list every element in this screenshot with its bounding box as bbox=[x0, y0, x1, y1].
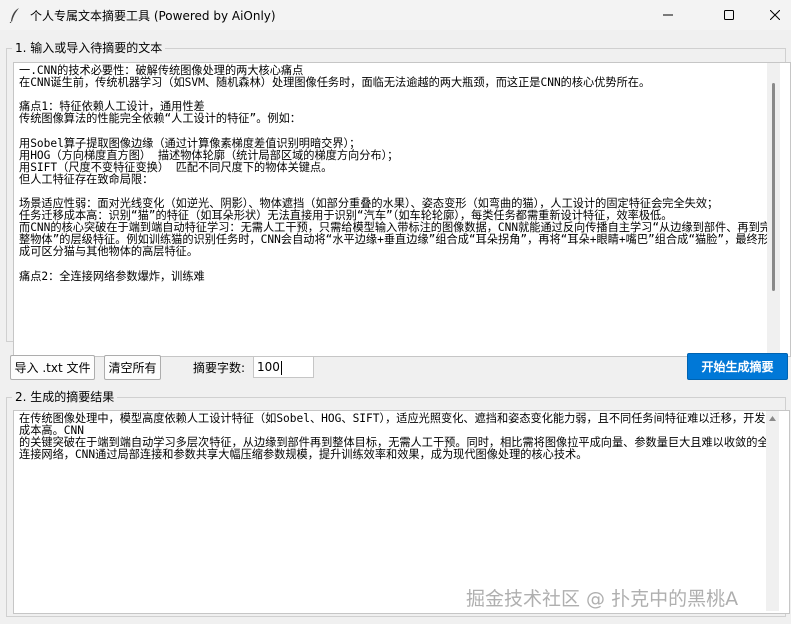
maximize-icon bbox=[724, 10, 734, 20]
input-textarea[interactable]: 一.CNN的技术必要性：破解传统图像处理的两大核心痛点 在CNN诞生前，传统机器… bbox=[13, 62, 791, 357]
output-scrollbar[interactable] bbox=[766, 411, 779, 611]
clear-all-button[interactable]: 清空所有 bbox=[104, 355, 161, 380]
input-scroll-thumb[interactable] bbox=[772, 83, 775, 291]
output-group-label: 2. 生成的摘要结果 bbox=[12, 390, 118, 404]
summary-length-value: 100 bbox=[257, 360, 280, 374]
input-group-label: 1. 输入或导入待摘要的文本 bbox=[12, 41, 166, 55]
text-caret bbox=[280, 360, 282, 375]
minimize-button[interactable] bbox=[645, 0, 691, 30]
summary-length-label: 摘要字数: bbox=[193, 361, 246, 375]
minimize-icon bbox=[663, 14, 673, 16]
watermark: 掘金技术社区 @ 扑克中的黑桃A bbox=[466, 588, 739, 610]
close-button[interactable] bbox=[752, 0, 791, 30]
input-scrollbar[interactable] bbox=[767, 63, 780, 353]
input-text: 一.CNN的技术必要性：破解传统图像处理的两大核心痛点 在CNN诞生前，传统机器… bbox=[19, 64, 771, 283]
title-bar[interactable]: 个人专属文本摘要工具 (Powered by AiOnly) bbox=[0, 0, 791, 30]
generate-summary-button[interactable]: 开始生成摘要 bbox=[687, 353, 788, 380]
close-icon bbox=[770, 10, 780, 20]
scroll-up-arrow-icon[interactable] bbox=[768, 415, 777, 423]
summary-length-input[interactable]: 100 bbox=[253, 356, 314, 378]
window-title: 个人专属文本摘要工具 (Powered by AiOnly) bbox=[30, 9, 276, 23]
import-txt-button[interactable]: 导入 .txt 文件 bbox=[10, 355, 95, 380]
output-text: 在传统图像处理中，模型高度依赖人工设计特征（如Sobel、HOG、SIFT），适… bbox=[19, 412, 769, 462]
feather-icon bbox=[9, 8, 19, 23]
maximize-button[interactable] bbox=[706, 0, 752, 30]
